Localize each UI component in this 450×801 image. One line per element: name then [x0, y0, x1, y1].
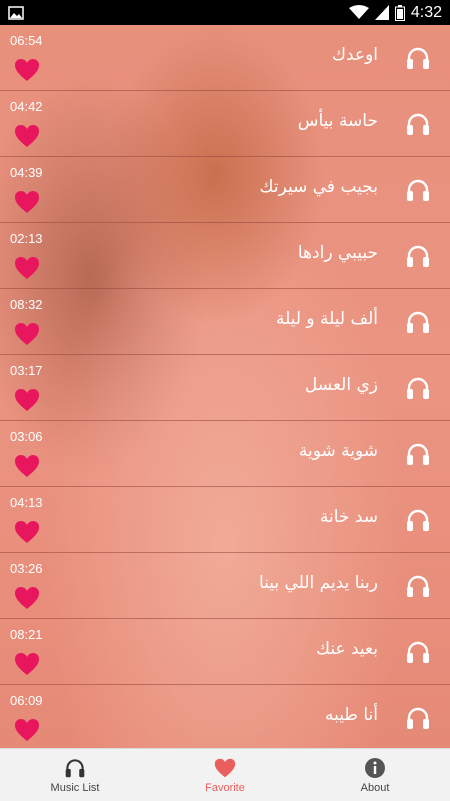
favorite-heart-icon[interactable]	[14, 454, 40, 478]
song-duration: 08:21	[10, 627, 43, 642]
song-row[interactable]: 08:21 بعيد عنك	[0, 619, 450, 685]
headphones-icon[interactable]	[405, 45, 431, 71]
favorite-heart-icon[interactable]	[14, 586, 40, 610]
info-icon	[365, 757, 385, 778]
battery-icon	[394, 4, 405, 21]
song-row[interactable]: 04:13 سد خانة	[0, 487, 450, 553]
song-row[interactable]: 08:32 ألف ليلة و ليلة	[0, 289, 450, 355]
song-row[interactable]: 03:06 شوية شوية	[0, 421, 450, 487]
song-title[interactable]: زي العسل	[305, 375, 378, 395]
song-row[interactable]: 03:17 زي العسل	[0, 355, 450, 421]
song-title[interactable]: اوعدك	[332, 45, 378, 65]
favorite-heart-icon[interactable]	[14, 652, 40, 676]
song-row[interactable]: 02:13 حبيبي رادها	[0, 223, 450, 289]
song-row[interactable]: 03:26 ربنا يديم اللي بينا	[0, 553, 450, 619]
favorite-heart-icon[interactable]	[14, 718, 40, 742]
headphones-icon[interactable]	[405, 375, 431, 401]
favorite-heart-icon[interactable]	[14, 322, 40, 346]
status-right: 4:32	[348, 3, 442, 22]
favorite-heart-icon[interactable]	[14, 190, 40, 214]
cell-signal-icon	[374, 5, 389, 20]
bottom-nav: Music List Favorite About	[0, 748, 450, 801]
song-duration: 03:06	[10, 429, 43, 444]
headphones-icon[interactable]	[405, 705, 431, 731]
favorite-heart-icon[interactable]	[14, 388, 40, 412]
song-title[interactable]: حاسة بيأس	[298, 111, 378, 131]
song-duration: 04:13	[10, 495, 43, 510]
nav-label: Music List	[50, 781, 100, 794]
headphones-icon[interactable]	[405, 573, 431, 599]
gallery-notification-icon	[8, 5, 24, 20]
song-duration: 08:32	[10, 297, 43, 312]
nav-label: About	[360, 781, 390, 794]
song-duration: 06:54	[10, 33, 43, 48]
song-duration: 06:09	[10, 693, 43, 708]
headphones-icon[interactable]	[405, 111, 431, 137]
song-row[interactable]: 06:09 أنا طيبه	[0, 685, 450, 748]
nav-label: Favorite	[205, 781, 245, 794]
song-title[interactable]: ألف ليلة و ليلة	[276, 309, 378, 329]
favorite-heart-icon[interactable]	[14, 520, 40, 544]
song-title[interactable]: ربنا يديم اللي بينا	[259, 573, 378, 593]
favorite-heart-icon[interactable]	[14, 124, 40, 148]
status-left	[8, 5, 24, 20]
headphones-icon	[65, 758, 85, 777]
song-title[interactable]: أنا طيبه	[325, 705, 378, 725]
heart-icon	[214, 758, 236, 777]
song-duration: 04:42	[10, 99, 43, 114]
song-title[interactable]: حبيبي رادها	[298, 243, 378, 263]
song-list[interactable]: 06:54 اوعدك 04:42 حاسة بيأس 04:39 بجيب ف…	[0, 25, 450, 748]
song-duration: 02:13	[10, 231, 43, 246]
song-title[interactable]: بجيب في سيرتك	[260, 177, 378, 197]
nav-favorite[interactable]: Favorite	[150, 749, 300, 801]
favorite-heart-icon[interactable]	[14, 58, 40, 82]
favorite-heart-icon[interactable]	[14, 256, 40, 280]
headphones-icon[interactable]	[405, 309, 431, 335]
song-row[interactable]: 06:54 اوعدك	[0, 25, 450, 91]
headphones-icon[interactable]	[405, 639, 431, 665]
nav-music-list[interactable]: Music List	[0, 749, 150, 801]
status-bar: 4:32	[0, 0, 450, 25]
song-duration: 03:17	[10, 363, 43, 378]
wifi-icon	[348, 5, 369, 19]
song-duration: 04:39	[10, 165, 43, 180]
headphones-icon[interactable]	[405, 243, 431, 269]
song-title[interactable]: شوية شوية	[299, 441, 378, 461]
headphones-icon[interactable]	[405, 507, 431, 533]
song-title[interactable]: بعيد عنك	[316, 639, 378, 659]
song-row[interactable]: 04:39 بجيب في سيرتك	[0, 157, 450, 223]
headphones-icon[interactable]	[405, 441, 431, 467]
song-duration: 03:26	[10, 561, 43, 576]
status-time: 4:32	[410, 3, 442, 21]
song-title[interactable]: سد خانة	[320, 507, 378, 527]
song-row[interactable]: 04:42 حاسة بيأس	[0, 91, 450, 157]
headphones-icon[interactable]	[405, 177, 431, 203]
nav-about[interactable]: About	[300, 749, 450, 801]
